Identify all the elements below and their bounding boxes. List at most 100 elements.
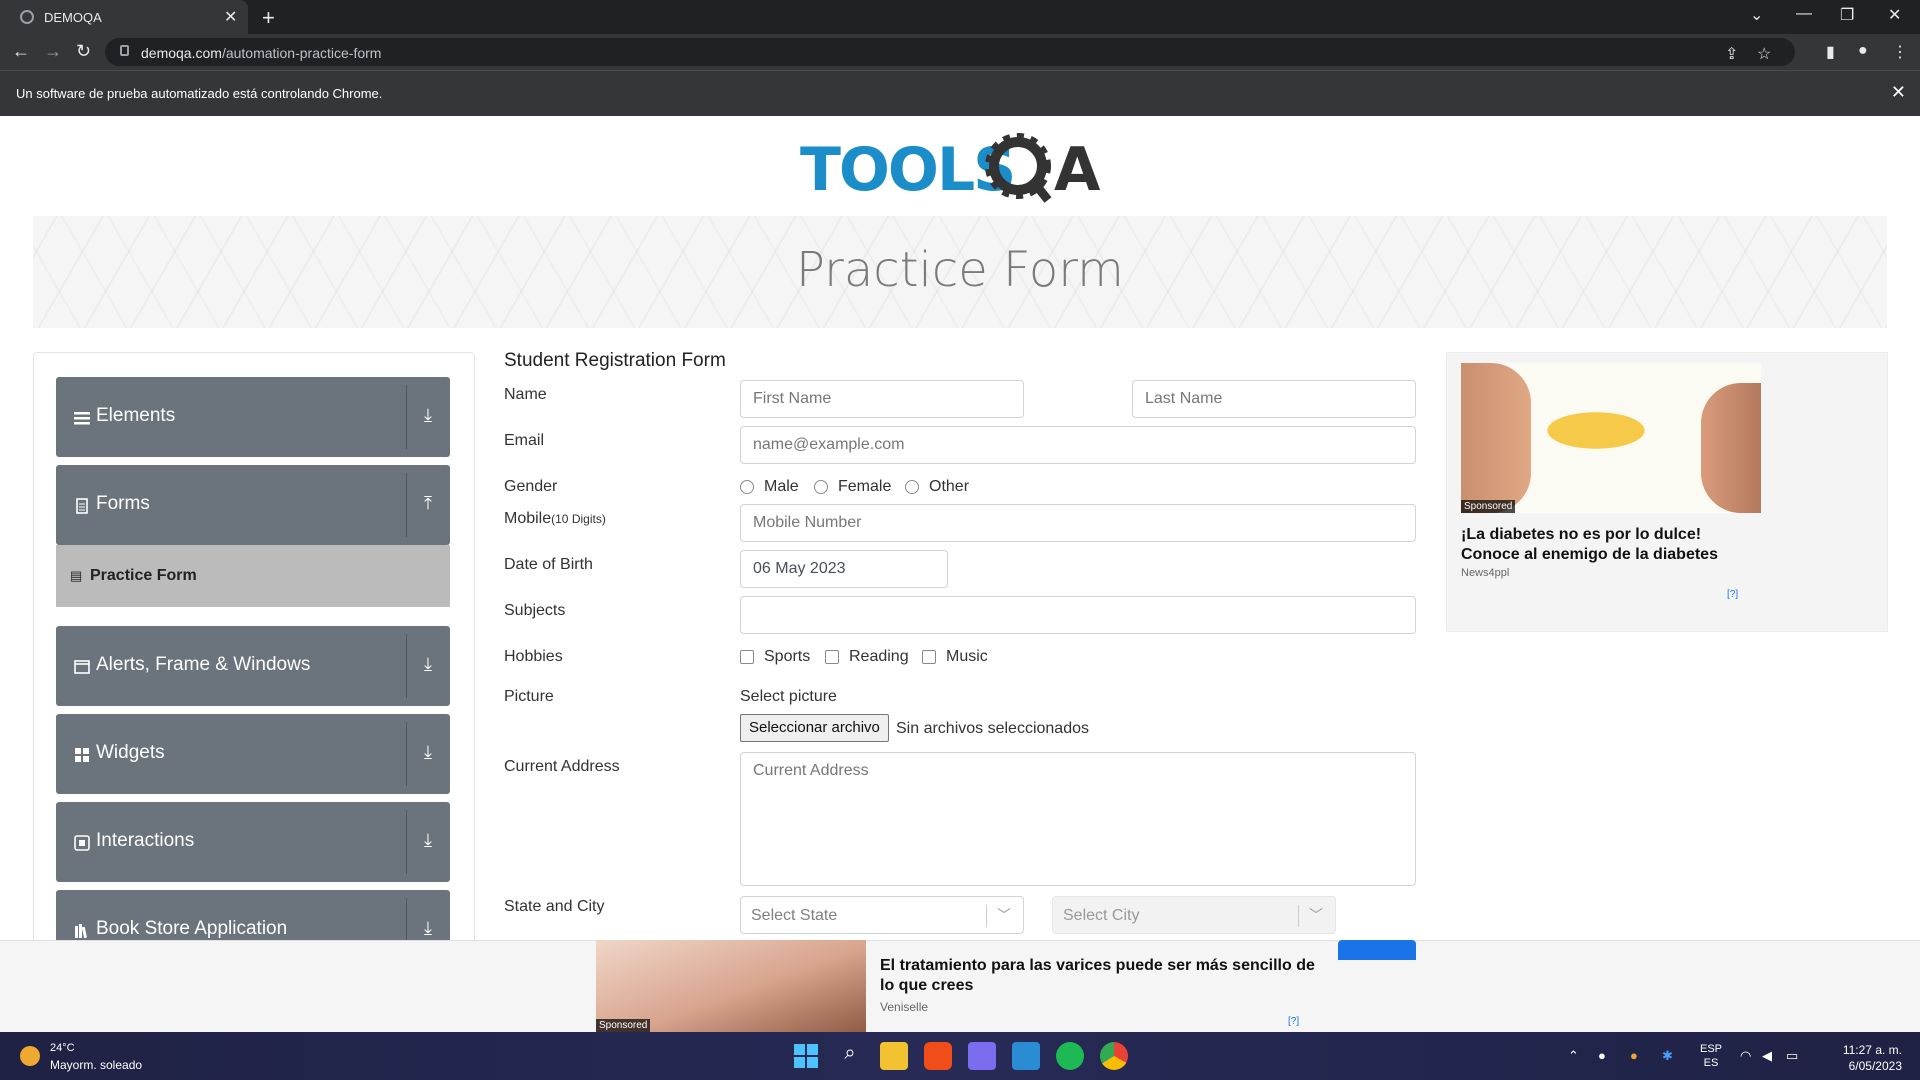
ad-image[interactable]: Sponsored	[596, 940, 866, 1032]
minimize-button[interactable]: —	[1796, 5, 1812, 23]
address-bar[interactable]: demoqa.com/automation-practice-form ☆ ⇪	[105, 38, 1795, 66]
ad-image-hand	[1461, 363, 1531, 513]
input-language[interactable]: ESP ES	[1700, 1042, 1722, 1070]
ad-cta-button[interactable]	[1338, 940, 1416, 960]
chevron-up-icon[interactable]: ⌃	[1568, 1048, 1579, 1064]
gender-female-radio[interactable]	[814, 480, 828, 494]
tray-app-icon[interactable]: ●	[1598, 1048, 1606, 1063]
sponsored-badge: Sponsored	[1461, 500, 1516, 513]
bookmark-star-icon[interactable]: ☆	[1757, 44, 1771, 64]
sidebar-group-elements[interactable]: Elements ⤓	[56, 377, 450, 457]
bottom-ad[interactable]: Sponsored El tratamiento para las varice…	[0, 940, 1920, 1032]
weather-temperature[interactable]: 24°C	[50, 1042, 75, 1054]
share-icon[interactable]: ⇪	[1725, 44, 1738, 64]
gender-other-label[interactable]: Other	[929, 478, 969, 496]
page-title: Practice Form	[796, 242, 1124, 298]
ad-source[interactable]: News4ppl	[1461, 567, 1509, 579]
battery-icon[interactable]: ▭	[1786, 1048, 1798, 1064]
weather-sun-icon[interactable]	[20, 1046, 40, 1066]
bluetooth-icon[interactable]: ✱	[1662, 1048, 1673, 1064]
dob-label: Date of Birth	[504, 556, 593, 573]
sidebar-group-interactions[interactable]: Interactions ⤓	[56, 802, 450, 882]
email-input[interactable]: name@example.com	[740, 426, 1416, 464]
hobby-music-checkbox[interactable]	[922, 650, 936, 664]
sidebar-group-alerts[interactable]: Alerts, Frame & Windows ⤓	[56, 626, 450, 706]
adchoices-icon[interactable]: [?]	[1727, 589, 1738, 600]
hobby-music-label[interactable]: Music	[946, 648, 988, 666]
reload-icon[interactable]: ↻	[76, 41, 91, 62]
back-arrow-icon[interactable]: ←	[12, 41, 30, 62]
ad-source[interactable]: Veniselle	[880, 1000, 928, 1014]
document-icon	[74, 498, 90, 514]
sidebar-item-practice-form[interactable]: ▤ Practice Form	[56, 545, 450, 607]
weather-description[interactable]: Mayorm. soleado	[50, 1058, 142, 1072]
gender-female-label[interactable]: Female	[838, 478, 891, 496]
sidebar-group-widgets[interactable]: Widgets ⤓	[56, 714, 450, 794]
hobby-reading-checkbox[interactable]	[825, 650, 839, 664]
menu-dots-icon[interactable]: ⋮	[1892, 42, 1908, 62]
lock-icon[interactable]	[120, 45, 129, 56]
first-name-input[interactable]: First Name	[740, 380, 1024, 418]
sidebar-group-label: Book Store Application	[96, 918, 288, 939]
restore-button[interactable]: ❐	[1840, 5, 1854, 25]
download-icon[interactable]: ⤓	[416, 654, 440, 678]
download-icon[interactable]: ⤓	[416, 830, 440, 854]
app-icon[interactable]	[968, 1042, 996, 1070]
browser-toolbar: ← → ↻ demoqa.com/automation-practice-for…	[0, 34, 1920, 70]
toolsqa-logo[interactable]: TOOLS A	[800, 128, 1130, 208]
hobby-sports-checkbox[interactable]	[740, 650, 754, 664]
chevron-down-icon[interactable]: ﹀	[1309, 905, 1323, 925]
file-explorer-icon[interactable]	[880, 1042, 908, 1070]
ad-image[interactable]: Sponsored	[1461, 363, 1761, 513]
mobile-input[interactable]: Mobile Number	[740, 504, 1416, 542]
vscode-icon[interactable]	[1012, 1042, 1040, 1070]
ad-headline[interactable]: ¡La diabetes no es por lo dulce! Conoce …	[1461, 525, 1761, 565]
tab-search-icon[interactable]: ⌄	[1750, 5, 1763, 25]
brave-browser-icon[interactable]	[924, 1042, 952, 1070]
date-of-birth-input[interactable]: 06 May 2023	[740, 550, 948, 588]
volume-icon[interactable]: ◀	[1762, 1048, 1772, 1064]
gender-male-radio[interactable]	[740, 480, 754, 494]
grid-icon	[74, 747, 90, 763]
chevron-down-icon[interactable]: ﹀	[997, 905, 1011, 925]
name-label: Name	[504, 386, 547, 403]
download-icon[interactable]: ⤓	[416, 742, 440, 766]
hobby-sports-label[interactable]: Sports	[764, 648, 810, 666]
download-icon[interactable]: ⤓	[416, 918, 440, 942]
ad-headline[interactable]: El tratamiento para las varices puede se…	[880, 956, 1320, 996]
tray-app-icon[interactable]: ●	[1630, 1048, 1638, 1063]
gender-other-radio[interactable]	[905, 480, 919, 494]
adchoices-icon[interactable]: [?]	[1288, 1016, 1299, 1027]
state-select[interactable]: Select State ﹀	[740, 896, 1024, 934]
spotify-icon[interactable]	[1056, 1042, 1084, 1070]
current-address-textarea[interactable]: Current Address	[740, 752, 1416, 886]
clock[interactable]: 11:27 a. m. 6/05/2023	[1812, 1042, 1902, 1074]
side-ad[interactable]: Sponsored ¡La diabetes no es por lo dulc…	[1446, 352, 1888, 632]
gender-male-label[interactable]: Male	[764, 478, 799, 496]
profile-icon[interactable]: ●	[1858, 42, 1868, 60]
url-text[interactable]: demoqa.com/automation-practice-form	[141, 45, 381, 61]
download-icon[interactable]: ⤓	[416, 405, 440, 429]
browser-tab-strip: DEMOQA ✕ + ⌄ — ❐ ✕	[0, 0, 1920, 34]
city-select[interactable]: Select City ﹀	[1052, 896, 1336, 934]
divider	[406, 722, 407, 786]
hobby-reading-label[interactable]: Reading	[849, 648, 909, 666]
forward-arrow-icon[interactable]: →	[44, 41, 62, 62]
browser-tab[interactable]: DEMOQA ✕	[0, 0, 248, 34]
subjects-label: Subjects	[504, 602, 566, 619]
subjects-input[interactable]	[740, 596, 1416, 634]
sidebar-group-forms[interactable]: Forms ⤒	[56, 465, 450, 545]
last-name-input[interactable]: Last Name	[1132, 380, 1416, 418]
upload-icon[interactable]: ⤒	[416, 493, 440, 517]
close-window-button[interactable]: ✕	[1888, 5, 1901, 25]
chrome-icon[interactable]	[1100, 1042, 1128, 1070]
wifi-icon[interactable]: ◠	[1740, 1048, 1751, 1064]
side-panel-icon[interactable]: ▮	[1826, 42, 1835, 62]
search-icon[interactable]: ⌕	[836, 1042, 864, 1070]
choose-file-button[interactable]: Seleccionar archivo	[740, 714, 889, 742]
start-icon[interactable]	[792, 1042, 820, 1070]
sidebar-group-label: Alerts, Frame & Windows	[96, 654, 311, 675]
close-tab-icon[interactable]: ✕	[224, 7, 237, 27]
new-tab-button[interactable]: +	[262, 5, 275, 31]
close-infobar-icon[interactable]: ✕	[1891, 82, 1906, 103]
